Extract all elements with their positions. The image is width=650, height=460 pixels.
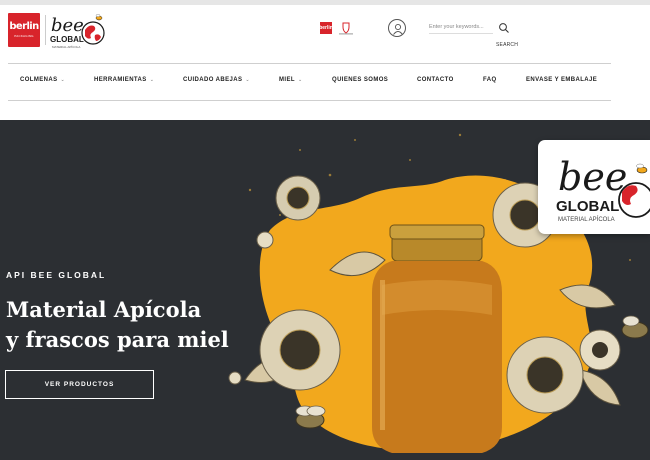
globe-icon xyxy=(81,21,105,45)
hero-title-line-1: Material Apícola xyxy=(6,297,202,322)
search-icon xyxy=(499,23,509,33)
mini-berlin-logo: berlin xyxy=(319,22,333,34)
material-logo-text: MATERIAL APÍCOLA xyxy=(52,45,80,49)
bee-global-badge: bee GLOBAL MATERIAL APÍCOLA xyxy=(538,140,650,234)
logo-divider xyxy=(45,15,46,45)
site-header: berlin PACKAGING bee GLOBAL MATERIAL APÍ… xyxy=(0,5,650,120)
user-icon xyxy=(393,23,403,35)
badge-material-text: MATERIAL APÍCOLA xyxy=(558,216,615,223)
global-logo-text: GLOBAL xyxy=(50,35,84,44)
badge-global-text: GLOBAL xyxy=(556,198,619,215)
chevron-down-icon: ⌄ xyxy=(60,77,66,83)
nav-item-colmenas[interactable]: COLMENAS ⌄ xyxy=(20,77,65,83)
user-account-button[interactable] xyxy=(388,19,406,37)
bee-icon xyxy=(636,163,648,174)
shield-logo-icon xyxy=(339,22,353,35)
hero-title: Material Apícola y frascos para miel xyxy=(6,295,229,355)
ver-productos-button[interactable]: VER PRODUCTOS xyxy=(5,370,154,399)
bee-illustration xyxy=(295,405,326,429)
search-label: SEARCH xyxy=(496,42,519,48)
bee-global-logo[interactable]: bee GLOBAL MATERIAL APÍCOLA xyxy=(48,11,106,51)
chevron-down-icon: ⌄ xyxy=(297,77,303,83)
search-button[interactable] xyxy=(498,21,510,33)
berlin-packaging-logo[interactable]: berlin PACKAGING xyxy=(8,13,40,47)
hero-title-line-2: y frascos para miel xyxy=(6,327,229,352)
bee-logo-text: bee xyxy=(51,15,84,36)
nav-item-faq[interactable]: FAQ xyxy=(483,77,497,83)
nav-item-cuidado-abejas[interactable]: CUIDADO ABEJAS ⌄ xyxy=(183,77,250,83)
nav-divider-bottom xyxy=(8,100,611,101)
bee-icon xyxy=(95,14,103,21)
badge-bee-text: bee xyxy=(558,155,627,199)
hero-kicker: API BEE GLOBAL xyxy=(6,270,107,280)
bee-illustration-right xyxy=(621,315,649,339)
nav-item-quienes-somos[interactable]: QUIENES SOMOS xyxy=(332,77,388,83)
chevron-down-icon: ⌄ xyxy=(149,77,155,83)
nav-item-envase-embalaje[interactable]: ENVASE Y EMBALAJE xyxy=(526,77,597,83)
berlin-logo-text: berlin xyxy=(9,21,39,32)
globe-icon xyxy=(618,182,650,218)
chevron-down-icon: ⌄ xyxy=(245,77,250,83)
partner-logos: berlin xyxy=(319,22,356,35)
search-input[interactable] xyxy=(429,20,493,34)
nav-item-herramientas[interactable]: HERRAMIENTAS ⌄ xyxy=(94,77,154,83)
main-nav: COLMENAS ⌄ HERRAMIENTAS ⌄ CUIDADO ABEJAS ⌄ … xyxy=(8,64,611,100)
berlin-logo-subtext: PACKAGING xyxy=(14,34,34,38)
nav-item-miel[interactable]: MIEL ⌄ xyxy=(279,77,303,83)
hero-banner: API BEE GLOBAL Material Apícola y frasco… xyxy=(0,120,650,460)
nav-item-contacto[interactable]: CONTACTO xyxy=(417,77,454,83)
